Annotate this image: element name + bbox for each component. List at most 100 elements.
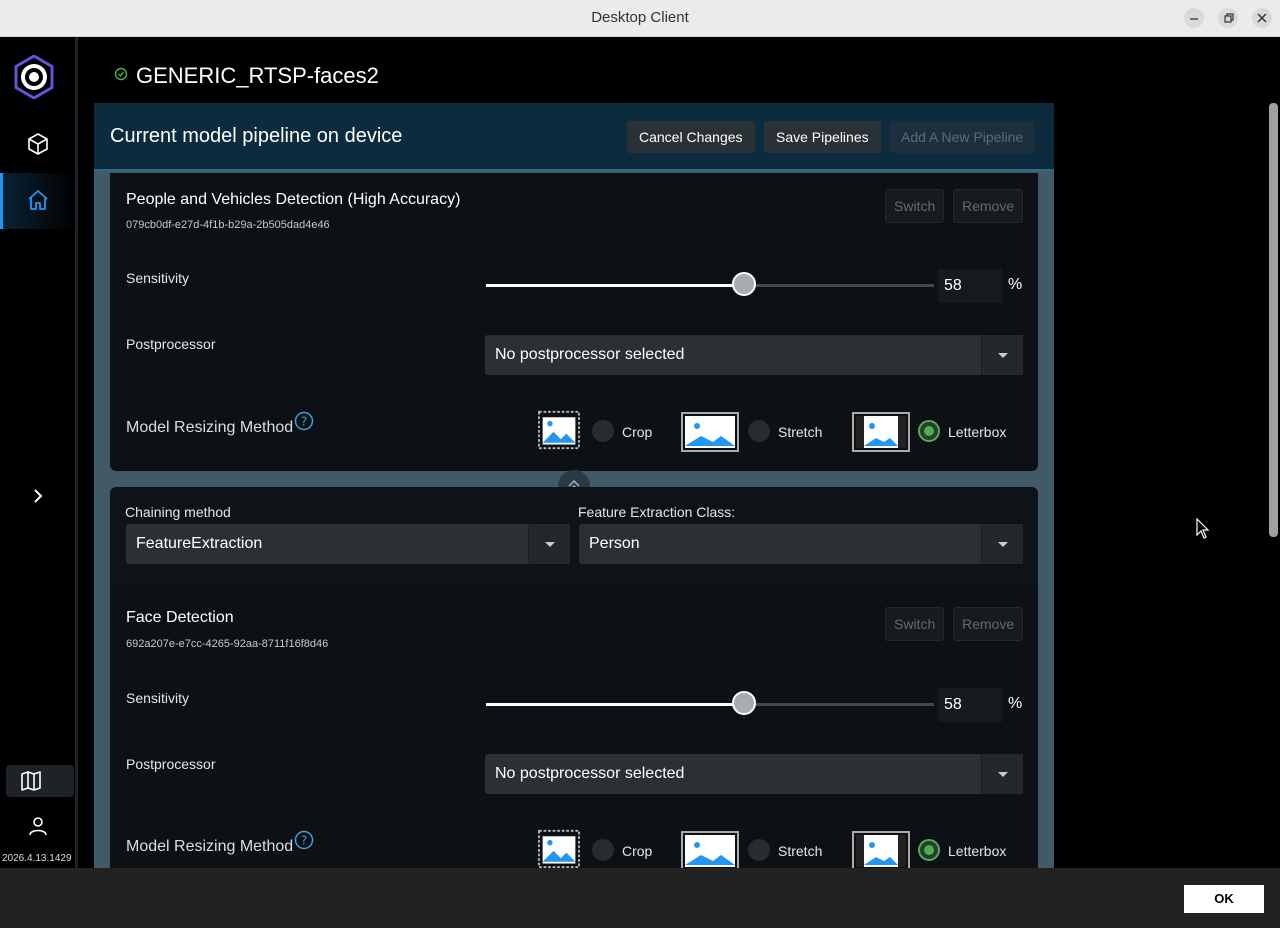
- stretch-label: Stretch: [778, 843, 823, 859]
- pipeline-title: Current model pipeline on device: [110, 125, 403, 147]
- model-name: People and Vehicles Detection (High Accu…: [126, 191, 461, 208]
- sidebar: 2026.4.13.1429: [0, 37, 75, 868]
- sensitivity-input[interactable]: 58: [938, 269, 1002, 303]
- resize-method-label: Model Resizing Method: [126, 838, 294, 855]
- feature-class-value: Person: [589, 535, 640, 552]
- postprocessor-value: No postprocessor selected: [495, 765, 685, 782]
- crop-image-icon: [538, 829, 580, 868]
- bottom-bar: OK: [0, 868, 1280, 928]
- crop-radio[interactable]: [592, 839, 614, 861]
- dropdown-toggle[interactable]: [981, 335, 1023, 375]
- stretch-image-icon: [681, 412, 739, 452]
- dropdown-toggle[interactable]: [981, 524, 1023, 564]
- crop-radio[interactable]: [592, 420, 614, 442]
- feature-class-select[interactable]: Person: [579, 524, 1023, 564]
- help-icon[interactable]: ?: [294, 830, 314, 850]
- feature-class-label: Feature Extraction Class:: [578, 504, 736, 520]
- mouse-cursor-icon: [1196, 518, 1210, 539]
- stretch-radio[interactable]: [748, 420, 770, 442]
- window-title: Desktop Client: [591, 9, 689, 26]
- chevron-down-icon: [998, 353, 1008, 358]
- title-bar: Desktop Client: [0, 0, 1280, 37]
- dropdown-toggle[interactable]: [528, 524, 570, 564]
- stretch-label: Stretch: [778, 424, 823, 440]
- cube-icon[interactable]: [26, 132, 50, 156]
- model-card-header: Face Detection 692a207e-e7cc-4265-92aa-8…: [110, 591, 1038, 673]
- switch-button[interactable]: Switch: [885, 607, 945, 641]
- chevron-down-icon: [998, 772, 1008, 777]
- postprocessor-value: No postprocessor selected: [495, 346, 685, 363]
- percent-unit: %: [1008, 276, 1023, 293]
- sensitivity-input[interactable]: 58: [938, 688, 1002, 722]
- app-logo-icon: [14, 55, 54, 99]
- chaining-section: Chaining method FeatureExtraction Featur…: [110, 487, 1038, 591]
- version-label: 2026.4.13.1429: [2, 853, 72, 864]
- save-pipelines-button[interactable]: Save Pipelines: [764, 121, 881, 153]
- chaining-method-label: Chaining method: [125, 504, 231, 520]
- cancel-changes-button[interactable]: Cancel Changes: [627, 121, 755, 153]
- model-card-header: People and Vehicles Detection (High Accu…: [110, 173, 1038, 253]
- vertical-scrollbar[interactable]: [1269, 103, 1278, 537]
- guide-button[interactable]: [6, 765, 74, 797]
- letterbox-radio[interactable]: [918, 839, 940, 861]
- switch-button[interactable]: Switch: [885, 189, 945, 223]
- status-ok-icon: [114, 67, 128, 81]
- remove-button[interactable]: Remove: [953, 607, 1024, 641]
- percent-unit: %: [1008, 695, 1023, 712]
- pipeline-header: Current model pipeline on device Cancel …: [94, 103, 1054, 171]
- device-title: GENERIC_RTSP-faces2: [136, 63, 379, 88]
- postprocessor-label: Postprocessor: [126, 756, 216, 772]
- sensitivity-label: Sensitivity: [126, 270, 190, 286]
- postprocessor-select[interactable]: No postprocessor selected: [485, 754, 1023, 794]
- close-button[interactable]: [1252, 8, 1272, 28]
- chevron-right-icon[interactable]: [26, 484, 50, 508]
- chevron-down-icon: [998, 542, 1008, 547]
- crop-image-icon: [538, 410, 580, 450]
- stretch-image-icon: [681, 831, 739, 868]
- letterbox-image-icon: [852, 831, 910, 868]
- model-settings: Sensitivity 58 % Postprocessor No postpr…: [110, 673, 1038, 868]
- sensitivity-slider[interactable]: [486, 272, 934, 296]
- model-id: 079cb0df-e27d-4f1b-b29a-2b505dad4e46: [126, 219, 330, 231]
- user-icon[interactable]: [26, 814, 50, 838]
- letterbox-radio[interactable]: [918, 420, 940, 442]
- letterbox-label: Letterbox: [948, 424, 1007, 440]
- postprocessor-select[interactable]: No postprocessor selected: [485, 335, 1023, 375]
- main-content: GENERIC_RTSP-faces2 Current model pipeli…: [78, 37, 1280, 868]
- restore-icon: [1224, 13, 1234, 23]
- model-name: Face Detection: [126, 609, 234, 626]
- letterbox-image-icon: [852, 412, 910, 452]
- chaining-method-value: FeatureExtraction: [136, 535, 263, 552]
- chaining-method-select[interactable]: FeatureExtraction: [126, 524, 570, 564]
- maximize-button[interactable]: [1218, 8, 1238, 28]
- svg-text:?: ?: [301, 834, 307, 848]
- crop-label: Crop: [622, 424, 653, 440]
- crop-label: Crop: [622, 843, 653, 859]
- minimize-button[interactable]: [1184, 8, 1204, 28]
- sensitivity-label: Sensitivity: [126, 690, 190, 706]
- desktop-client-window: { "window": { "title": "Desktop Client" …: [0, 0, 1280, 928]
- letterbox-label: Letterbox: [948, 843, 1007, 859]
- sensitivity-slider[interactable]: [486, 691, 934, 715]
- pipeline-panel: Current model pipeline on device Cancel …: [94, 103, 1054, 868]
- book-map-icon: [21, 771, 41, 791]
- minimize-icon: [1190, 18, 1198, 20]
- slider-knob[interactable]: [732, 272, 756, 296]
- home-icon[interactable]: [26, 188, 50, 212]
- help-icon[interactable]: ?: [294, 411, 314, 431]
- model-settings: Sensitivity 58 % Postprocessor No postpr…: [110, 253, 1038, 471]
- postprocessor-label: Postprocessor: [126, 336, 216, 352]
- model-id: 692a207e-e7cc-4265-92aa-8711f16f8d46: [126, 638, 329, 650]
- add-pipeline-button[interactable]: Add A New Pipeline: [889, 121, 1036, 153]
- slider-fill: [486, 703, 744, 706]
- svg-text:?: ?: [301, 415, 307, 429]
- close-icon: [1257, 13, 1267, 23]
- ok-button[interactable]: OK: [1184, 885, 1264, 913]
- chevron-down-icon: [545, 542, 555, 547]
- dropdown-toggle[interactable]: [981, 754, 1023, 794]
- slider-knob[interactable]: [732, 691, 756, 715]
- slider-fill: [486, 284, 744, 287]
- remove-button[interactable]: Remove: [953, 189, 1024, 223]
- resize-method-label: Model Resizing Method: [126, 419, 294, 436]
- stretch-radio[interactable]: [748, 839, 770, 861]
